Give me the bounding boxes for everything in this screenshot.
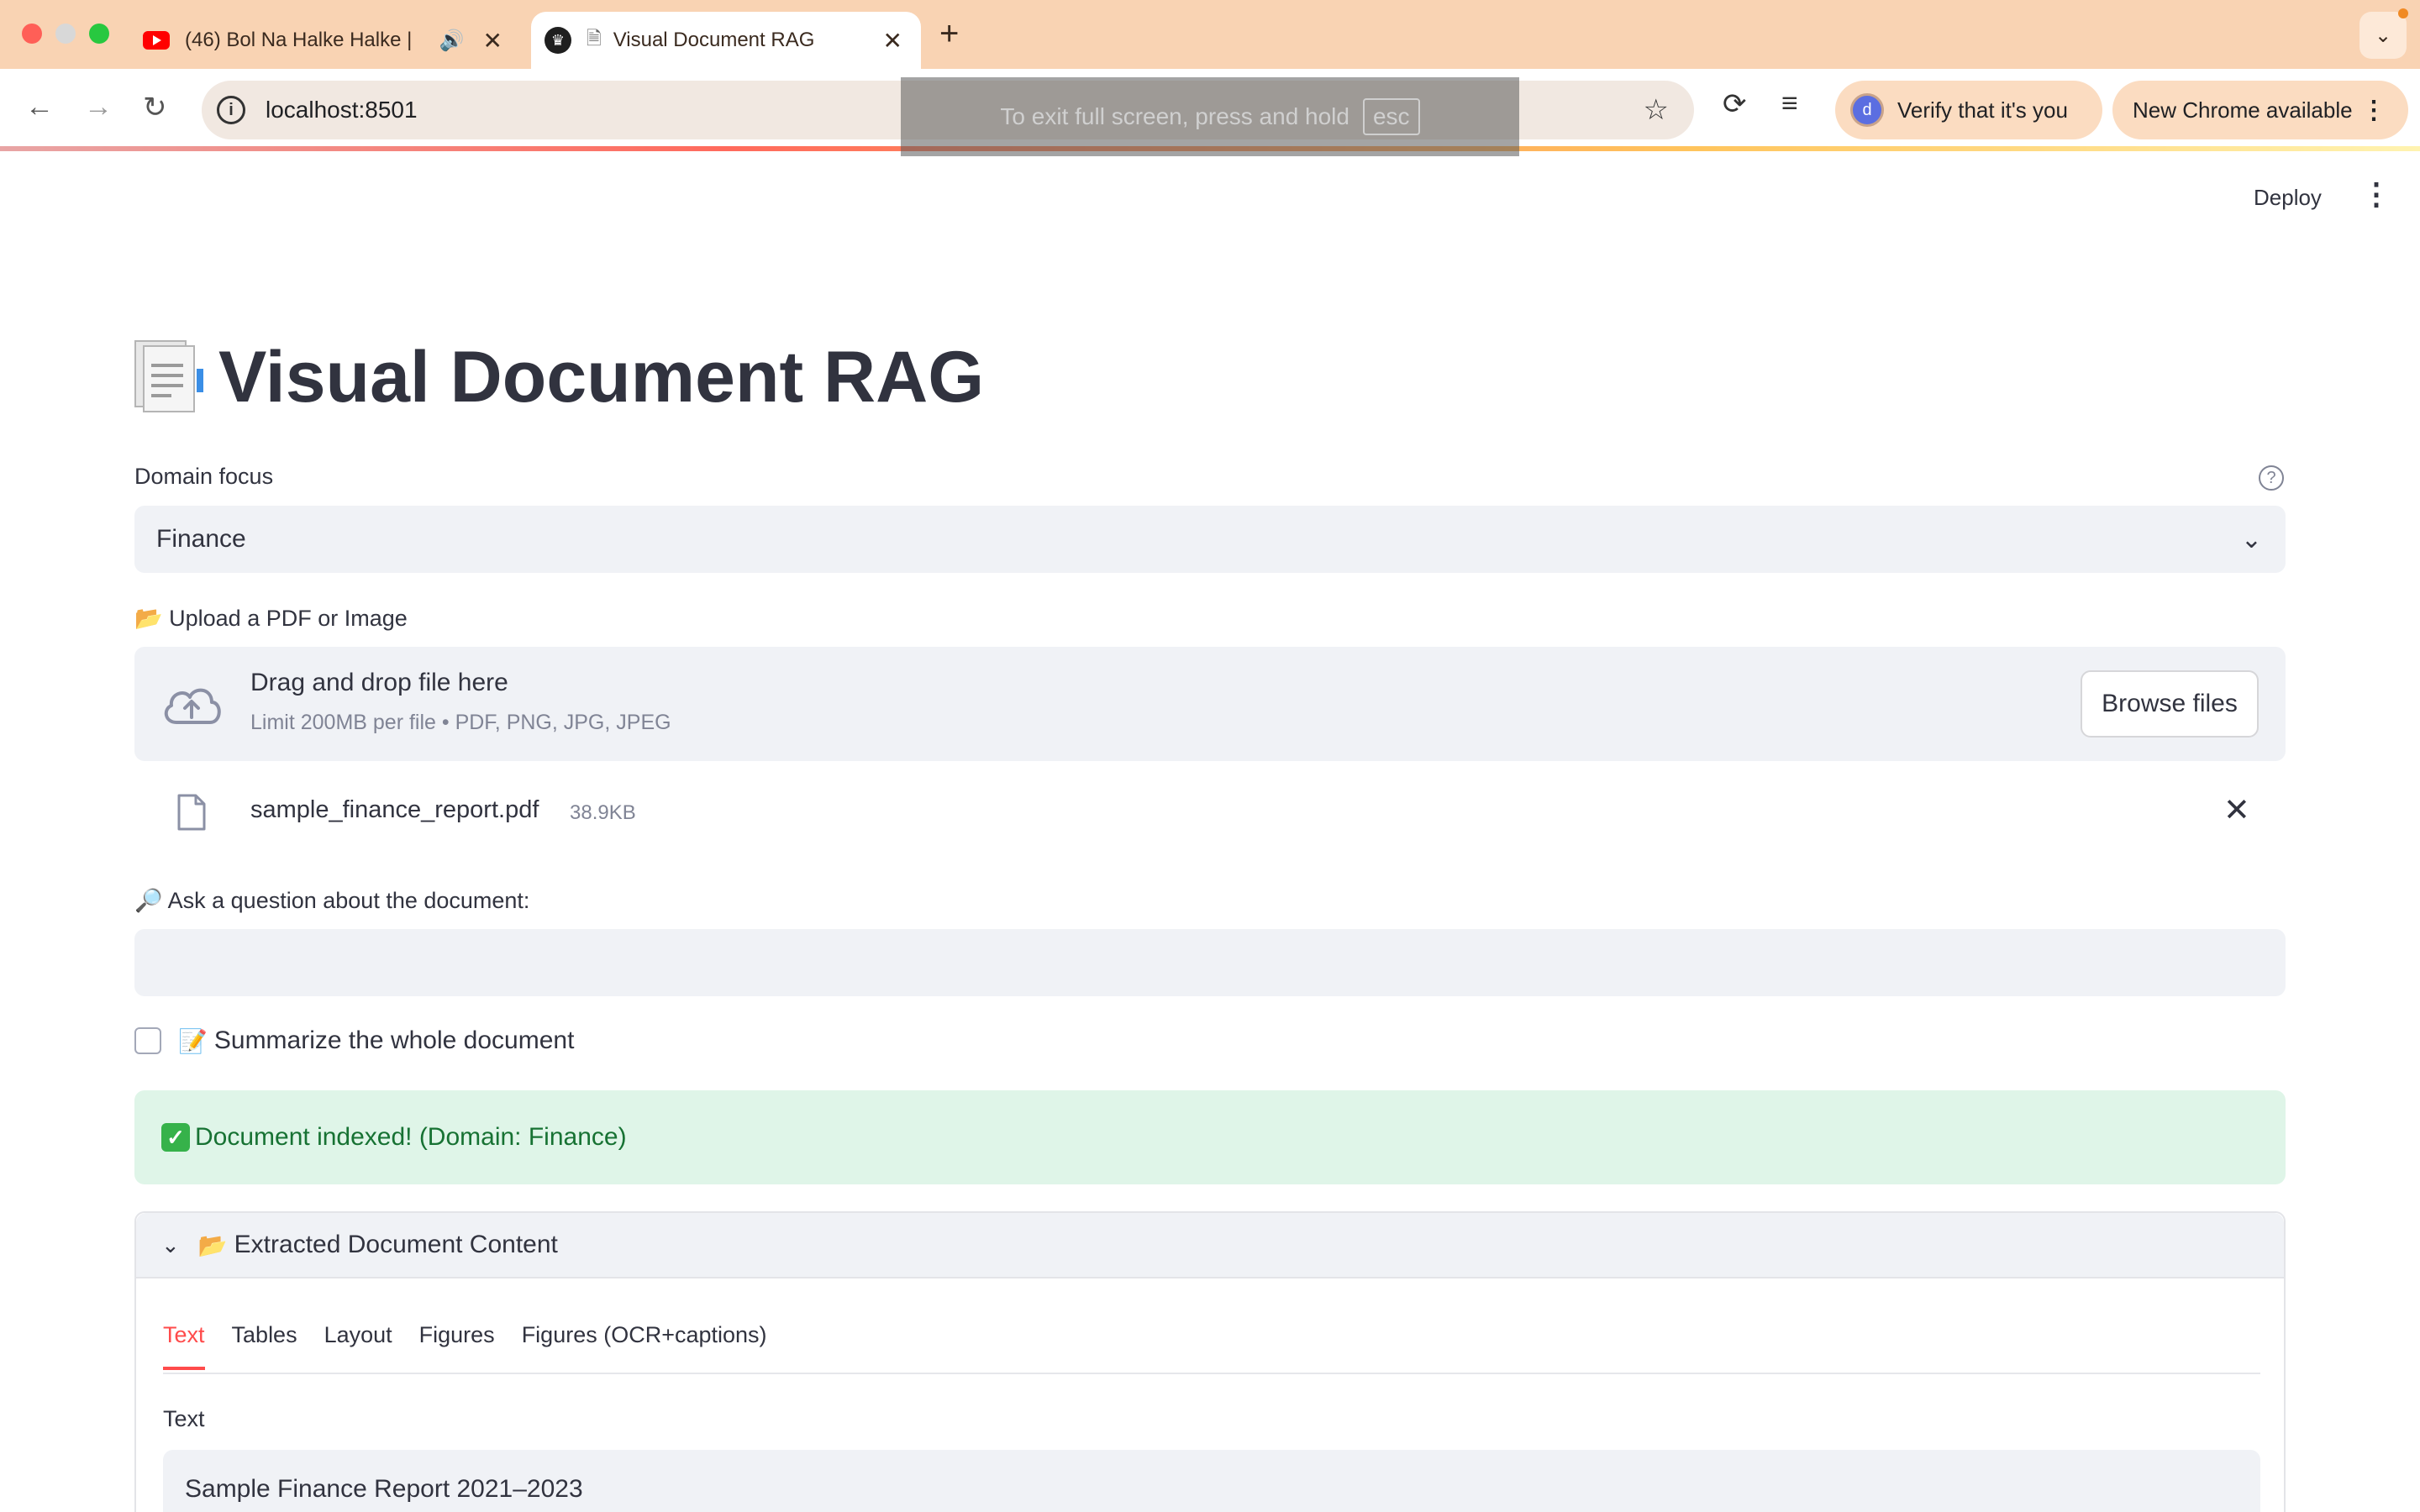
browse-files-button[interactable]: Browse files — [2081, 670, 2259, 738]
close-tab-icon[interactable]: ✕ — [883, 27, 902, 55]
verify-identity-button[interactable]: d Verify that it's you — [1835, 81, 2102, 139]
tab-figures[interactable]: Figures — [419, 1322, 495, 1370]
summarize-option[interactable]: 📝 Summarize the whole document — [134, 1026, 574, 1055]
page-title: Visual Document RAG — [134, 336, 984, 419]
remove-file-icon[interactable]: ✕ — [2223, 791, 2250, 829]
extension-icon[interactable]: ⟳ — [1723, 87, 1747, 121]
question-input[interactable] — [134, 929, 2286, 996]
extracted-text-area[interactable]: Sample Finance Report 2021–2023 — [163, 1450, 2260, 1512]
question-label: 🔎 Ask a question about the document: — [134, 887, 529, 914]
uploaded-file-row: sample_finance_report.pdf 38.9KB ✕ — [134, 781, 2286, 848]
app-header: Deploy ⋮ — [0, 151, 2420, 244]
magnifier-icon: 🔎 — [134, 888, 163, 913]
text-section-label: Text — [163, 1406, 205, 1431]
check-mark-icon: ✓ — [161, 1123, 190, 1152]
new-chrome-available-button[interactable]: New Chrome available ⋮ — [2112, 81, 2408, 139]
new-tab-button[interactable]: + — [939, 15, 959, 53]
chevron-down-icon: ⌄ — [2240, 525, 2262, 554]
file-dropzone[interactable]: Drag and drop file here Limit 200MB per … — [134, 647, 2286, 761]
domain-selected-value: Finance — [156, 525, 246, 553]
page-title-text: Visual Document RAG — [218, 337, 985, 417]
maximize-window-button[interactable] — [89, 24, 109, 44]
document-icon — [134, 339, 205, 416]
success-alert: ✓ Document indexed! (Domain: Finance) — [134, 1090, 2286, 1184]
file-icon — [177, 794, 206, 831]
success-message: Document indexed! (Domain: Finance) — [195, 1123, 627, 1151]
reload-icon[interactable]: ↻ — [143, 91, 167, 124]
tab-figures-ocr-captions[interactable]: Figures (OCR+captions) — [522, 1322, 767, 1370]
browser-tab-youtube[interactable]: (46) Bol Na Halke Halke | 🔊 ✕ — [134, 12, 521, 69]
tab-layout[interactable]: Layout — [324, 1322, 392, 1370]
tab-title: Visual Document RAG — [613, 29, 815, 51]
youtube-icon — [143, 27, 170, 54]
notification-dot — [2398, 8, 2408, 18]
close-window-button[interactable] — [22, 24, 42, 44]
summarize-checkbox[interactable] — [134, 1027, 161, 1054]
uploaded-file-size: 38.9KB — [570, 801, 636, 824]
back-arrow-icon[interactable]: ← — [25, 91, 54, 123]
close-tab-icon[interactable]: ✕ — [483, 27, 502, 55]
help-icon[interactable]: ? — [2259, 465, 2284, 491]
browser-tab-visual-document-rag[interactable]: ♛ 🗎 Visual Document RAG ✕ — [531, 12, 921, 69]
summarize-label: Summarize the whole document — [213, 1026, 575, 1054]
esc-key-hint: esc — [1362, 98, 1420, 135]
forward-arrow-icon[interactable]: → — [84, 91, 113, 123]
bookmark-star-icon[interactable]: ☆ — [1644, 93, 1669, 127]
chevron-down-icon: ⌄ — [161, 1231, 180, 1257]
tabs-divider — [163, 1373, 2260, 1374]
new-chrome-label: New Chrome available — [2133, 97, 2353, 123]
tab-title: (46) Bol Na Halke Halke | — [185, 29, 413, 51]
memo-icon: 📝 — [178, 1027, 208, 1054]
tab-tables[interactable]: Tables — [232, 1322, 297, 1370]
tab-strip: (46) Bol Na Halke Halke | 🔊 ✕ ♛ 🗎 Visual… — [0, 0, 2420, 69]
cloud-upload-icon — [164, 688, 221, 724]
main-menu-icon[interactable]: ⋮ — [2361, 176, 2391, 212]
speaker-icon[interactable]: 🔊 — [439, 29, 465, 53]
content-tabs: Text Tables Layout Figures Figures (OCR+… — [163, 1322, 794, 1370]
dropzone-limit: Limit 200MB per file • PDF, PNG, JPG, JP… — [250, 711, 671, 734]
expander-title: Extracted Document Content — [234, 1231, 558, 1258]
profile-avatar: d — [1850, 93, 1884, 127]
expander-header[interactable]: ⌄ 📂 Extracted Document Content — [136, 1213, 2284, 1278]
dropzone-instructions: Drag and drop file here — [250, 669, 508, 696]
tab-text[interactable]: Text — [163, 1322, 205, 1370]
document-icon: 🗎 — [587, 28, 602, 49]
tab-search-button[interactable]: ⌄ — [2360, 12, 2407, 59]
site-info-icon[interactable]: i — [217, 96, 245, 124]
deploy-button[interactable]: Deploy — [2254, 185, 2322, 211]
url-text: localhost:8501 — [266, 97, 418, 123]
uploaded-file-name: sample_finance_report.pdf — [250, 796, 539, 823]
fullscreen-notice: To exit full screen, press and hold esc — [901, 77, 1519, 156]
extracted-content-expander: ⌄ 📂 Extracted Document Content Text Tabl… — [134, 1211, 2286, 1512]
minimize-window-button[interactable] — [55, 24, 76, 44]
upload-label-text: Upload a PDF or Image — [169, 606, 408, 631]
more-vertical-icon[interactable]: ⋮ — [2361, 96, 2386, 125]
folder-icon: 📂 — [197, 1231, 228, 1258]
chevron-down-icon: ⌄ — [2374, 24, 2392, 47]
crown-icon: ♛ — [544, 27, 571, 54]
domain-focus-label: Domain focus — [134, 464, 274, 489]
verify-label: Verify that it's you — [1897, 97, 2068, 123]
media-controls-icon[interactable]: ≡ — [1781, 87, 1798, 120]
upload-label: 📂 Upload a PDF or Image — [134, 605, 408, 632]
folder-icon: 📂 — [134, 606, 163, 631]
fullscreen-notice-text: To exit full screen, press and hold — [1000, 103, 1349, 129]
domain-select[interactable]: Finance ⌄ — [134, 506, 2286, 573]
question-label-text: Ask a question about the document: — [167, 888, 530, 913]
